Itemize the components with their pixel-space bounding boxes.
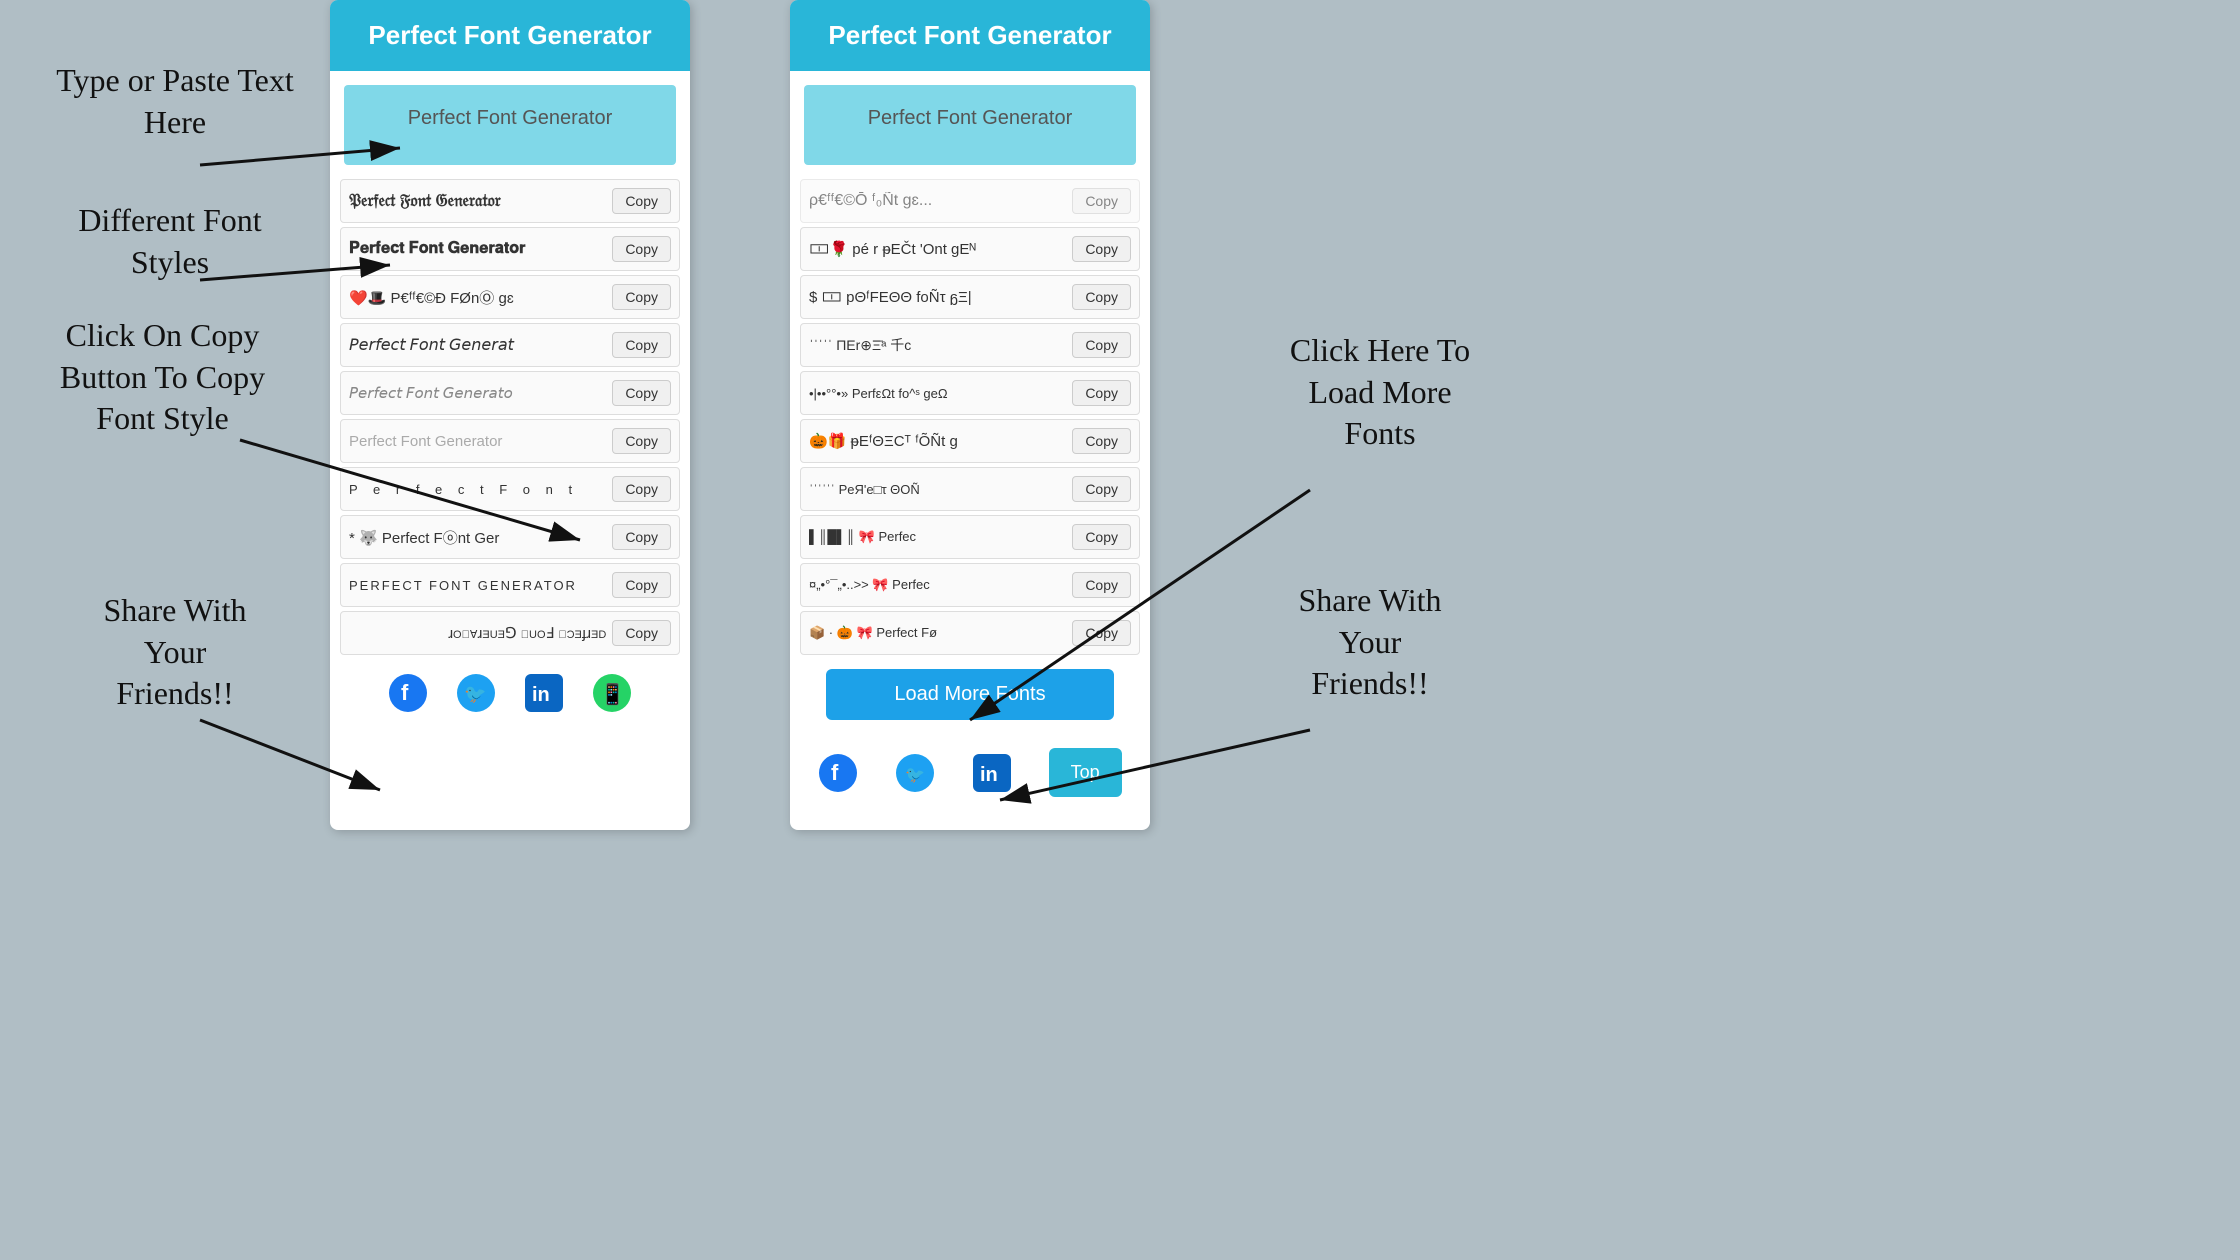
whatsapp-icon[interactable]: 📱 (592, 673, 632, 713)
table-row: P e r f e c t F o n t Copy (340, 467, 680, 511)
table-row: PERFECT FONT GENERATOR Copy (340, 563, 680, 607)
table-row: 🀱🌹 pé r ᵽEČt 'Ont gEᴺ Copy (800, 227, 1140, 271)
font-text-display: 𝐏𝐞𝐫𝐟𝐞𝐜𝐭 𝐅𝐨𝐧𝐭 𝐆𝐞𝐧𝐞𝐫𝐚𝐭𝐨𝐫 (349, 240, 606, 258)
left-panel-header: Perfect Font Generator (330, 0, 690, 71)
font-text-display: 🀱🌹 pé r ᵽEČt 'Ont gEᴺ (809, 240, 1066, 258)
copy-button[interactable]: Copy (612, 524, 671, 550)
copy-button[interactable]: Copy (612, 572, 671, 598)
annotation-share-left: Share WithYourFriends!! (50, 590, 300, 715)
copy-button[interactable]: Copy (1072, 620, 1131, 646)
font-text-display: ❤️🎩 P€ᶠᶠ€©Ð FØnⓄ gɛ (349, 287, 606, 308)
font-text-display: Perfect Font Generator (349, 433, 606, 450)
font-text-display: ▌║█▌║ 🎀 Perfec (809, 529, 1066, 545)
linkedin-icon-right[interactable]: in (972, 753, 1012, 793)
font-text-display: 𝔓𝔢𝔯𝔣𝔢𝔠𝔱 𝔉𝔬𝔫𝔱 𝔊𝔢𝔫𝔢𝔯𝔞𝔱𝔬𝔯 (349, 191, 606, 211)
table-row: 🎃🎁 ᵽEᶠΘΞCᵀ ᶠÕÑt g Copy (800, 419, 1140, 463)
annotation-load-more: Click Here ToLoad MoreFonts (1230, 330, 1530, 455)
table-row: ¤„•°¯„•..>> 🎀 Perfec Copy (800, 563, 1140, 607)
copy-button[interactable]: Copy (1072, 236, 1131, 262)
table-row: * 🐺 Perfect Fⓞnt Ger Copy (340, 515, 680, 559)
table-row: 📦 · 🎃 🎀 Perfect Fø Copy (800, 611, 1140, 655)
load-more-button[interactable]: Load More Fonts (826, 669, 1114, 720)
social-share-row-right: f 🐦 in Top (790, 734, 1150, 811)
left-text-input[interactable]: Perfect Font Generator (344, 85, 676, 165)
svg-text:🐦: 🐦 (905, 767, 925, 784)
copy-button[interactable]: Copy (1072, 284, 1131, 310)
copy-button[interactable]: Copy (1072, 380, 1131, 406)
twitter-icon[interactable]: 🐦 (456, 673, 496, 713)
table-row: ɹoʇɐɹǝuǝ⅁ ʇuoℲ ʇɔǝɟɹǝd Copy (340, 611, 680, 655)
annotation-click-copy: Click On CopyButton To CopyFont Style (15, 315, 310, 440)
font-text-display: PERFECT FONT GENERATOR (349, 578, 606, 593)
font-text-display: 𝘗𝘦𝘳𝘧𝘦𝘤𝘵 𝘍𝘰𝘯𝘵 𝘎𝘦𝘯𝘦𝘳𝘢𝘵𝘰 (349, 384, 606, 403)
copy-button[interactable]: Copy (1072, 188, 1131, 214)
font-text-display: $ 🀱 pΘᶠFEΘΘ foÑτ ᵷΞ| (809, 288, 1066, 306)
copy-button[interactable]: Copy (612, 236, 671, 262)
table-row: •|••°°•» PerfεΩt fo^ˢ geΩ Copy (800, 371, 1140, 415)
font-text-display: •|••°°•» PerfεΩt fo^ˢ geΩ (809, 386, 1066, 401)
copy-button[interactable]: Copy (1072, 476, 1131, 502)
table-row: ˈˈˈˈˈ ΠΕr⊕Ξ̄ᵃ 千c Copy (800, 323, 1140, 367)
svg-text:📱: 📱 (600, 682, 625, 706)
facebook-icon[interactable]: f (388, 673, 428, 713)
svg-text:🐦: 🐦 (464, 684, 486, 704)
table-row: ˈˈˈˈˈˈ PeЯ'e□τ ΘOÑ Copy (800, 467, 1140, 511)
table-row: 𝐏𝐞𝐫𝐟𝐞𝐜𝐭 𝐅𝐨𝐧𝐭 𝐆𝐞𝐧𝐞𝐫𝐚𝐭𝐨𝐫 Copy (340, 227, 680, 271)
annotation-share-right: Share WithYourFriends!! (1230, 580, 1510, 705)
right-phone-panel: Perfect Font Generator Perfect Font Gene… (790, 0, 1150, 830)
copy-button[interactable]: Copy (1072, 332, 1131, 358)
font-text-display: P e r f e c t F o n t (349, 482, 606, 497)
svg-text:in: in (980, 764, 998, 786)
copy-button[interactable]: Copy (612, 476, 671, 502)
svg-text:in: in (532, 684, 550, 706)
table-row: ▌║█▌║ 🎀 Perfec Copy (800, 515, 1140, 559)
annotation-type-paste: Type or Paste TextHere (30, 60, 320, 143)
font-text-display: ¤„•°¯„•..>> 🎀 Perfec (809, 577, 1066, 593)
svg-text:f: f (831, 760, 839, 785)
font-text-display: * 🐺 Perfect Fⓞnt Ger (349, 527, 606, 548)
table-row: 𝘗𝘦𝘳𝘧𝘦𝘤𝘵 𝘍𝘰𝘯𝘵 𝘎𝘦𝘯𝘦𝘳𝘢𝘵 Copy (340, 323, 680, 367)
table-row: Perfect Font Generator Copy (340, 419, 680, 463)
table-row: $ 🀱 pΘᶠFEΘΘ foÑτ ᵷΞ| Copy (800, 275, 1140, 319)
copy-button[interactable]: Copy (1072, 524, 1131, 550)
copy-button[interactable]: Copy (1072, 428, 1131, 454)
copy-button[interactable]: Copy (612, 380, 671, 406)
copy-button[interactable]: Copy (612, 620, 671, 646)
copy-button[interactable]: Copy (612, 284, 671, 310)
table-row: 𝔓𝔢𝔯𝔣𝔢𝔠𝔱 𝔉𝔬𝔫𝔱 𝔊𝔢𝔫𝔢𝔯𝔞𝔱𝔬𝔯 Copy (340, 179, 680, 223)
right-text-input[interactable]: Perfect Font Generator (804, 85, 1136, 165)
svg-text:f: f (401, 680, 409, 705)
font-text-display: 𝘗𝘦𝘳𝘧𝘦𝘤𝘵 𝘍𝘰𝘯𝘵 𝘎𝘦𝘯𝘦𝘳𝘢𝘵 (349, 335, 606, 355)
font-text-display: ρ€ᶠᶠ€©Ō ᶠ₀Ñt gɛ... (809, 192, 1066, 210)
facebook-icon-right[interactable]: f (818, 753, 858, 793)
left-phone-panel: Perfect Font Generator Perfect Font Gene… (330, 0, 690, 830)
social-share-row-left: f 🐦 in 📱 (330, 659, 690, 727)
font-text-display: ˈˈˈˈˈ ΠΕr⊕Ξ̄ᵃ 千c (809, 335, 1066, 355)
right-panel-header: Perfect Font Generator (790, 0, 1150, 71)
copy-button[interactable]: Copy (612, 188, 671, 214)
font-text-display: 🎃🎁 ᵽEᶠΘΞCᵀ ᶠÕÑt g (809, 432, 1066, 450)
linkedin-icon[interactable]: in (524, 673, 564, 713)
annotation-different-fonts: Different FontStyles (30, 200, 310, 283)
font-text-display: 📦 · 🎃 🎀 Perfect Fø (809, 625, 1066, 641)
copy-button[interactable]: Copy (612, 428, 671, 454)
copy-button[interactable]: Copy (612, 332, 671, 358)
font-text-display: ɹoʇɐɹǝuǝ⅁ ʇuoℲ ʇɔǝɟɹǝd (349, 624, 606, 642)
table-row: ❤️🎩 P€ᶠᶠ€©Ð FØnⓄ gɛ Copy (340, 275, 680, 319)
table-row: ρ€ᶠᶠ€©Ō ᶠ₀Ñt gɛ... Copy (800, 179, 1140, 223)
copy-button[interactable]: Copy (1072, 572, 1131, 598)
font-text-display: ˈˈˈˈˈˈ PeЯ'e□τ ΘOÑ (809, 482, 1066, 497)
top-button[interactable]: Top (1049, 748, 1122, 797)
twitter-icon-right[interactable]: 🐦 (895, 753, 935, 793)
table-row: 𝘗𝘦𝘳𝘧𝘦𝘤𝘵 𝘍𝘰𝘯𝘵 𝘎𝘦𝘯𝘦𝘳𝘢𝘵𝘰 Copy (340, 371, 680, 415)
